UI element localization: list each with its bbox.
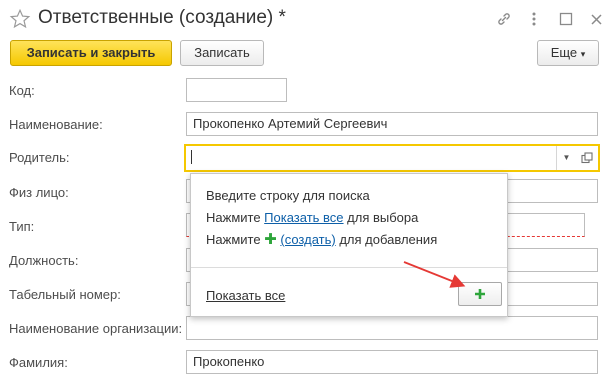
annotation-arrow [403, 261, 466, 288]
